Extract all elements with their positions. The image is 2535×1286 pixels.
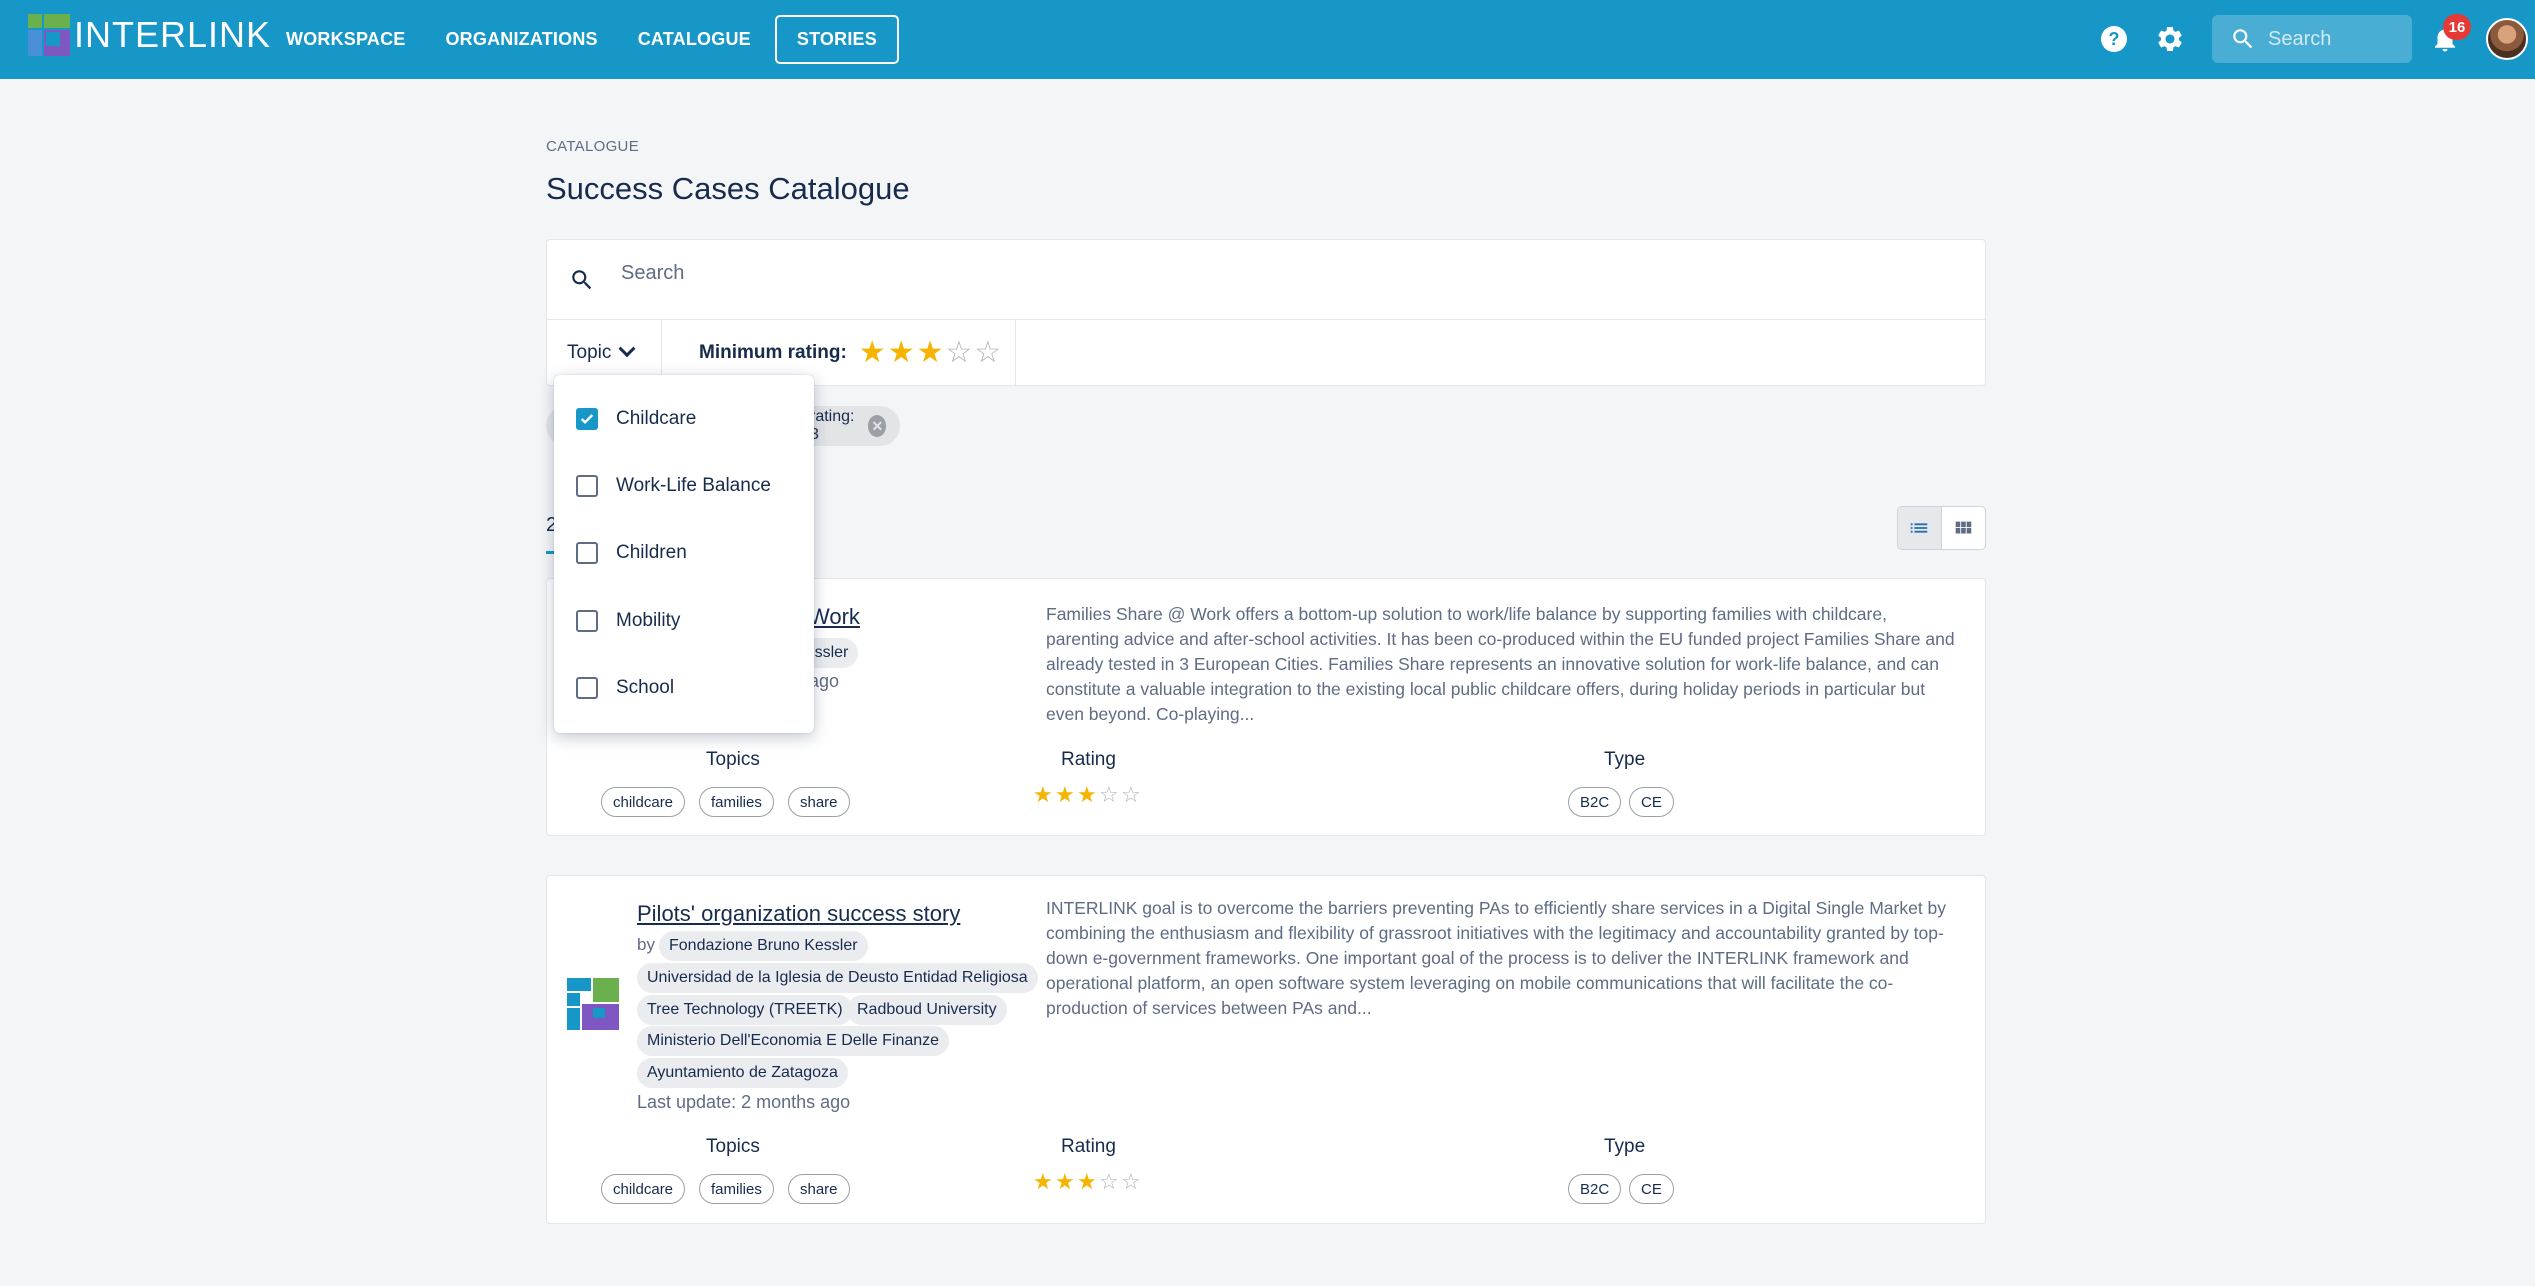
main-nav: WORKSPACE ORGANIZATIONS CATALOGUE STORIE… (270, 0, 907, 79)
top-app-bar: INTERLINK WORKSPACE ORGANIZATIONS CATALO… (0, 0, 2535, 79)
topic-option-label: Mobility (616, 610, 681, 631)
last-update: Last update: 2 months ago (637, 1092, 851, 1112)
topics-header: Topics (706, 1136, 760, 1157)
user-avatar[interactable] (2486, 18, 2528, 60)
minimum-rating-label: Minimum rating: (699, 342, 847, 363)
story-title[interactable]: Pilots' organization success story (637, 901, 960, 927)
logo-icon (28, 14, 72, 56)
topic-dropdown-menu: Childcare Work-Life Balance Children Mob… (554, 375, 814, 733)
checkbox-checked-icon[interactable] (576, 408, 598, 430)
nav-stories[interactable]: STORIES (774, 15, 899, 64)
rating-star-icon[interactable]: ★ (859, 338, 886, 368)
filter-chip-label: rating: 3 (810, 408, 855, 443)
rating-star-empty-icon: ☆ (1099, 783, 1119, 808)
rating-star-icon: ★ (1055, 783, 1075, 808)
list-view-icon (1911, 523, 1928, 533)
settings-gear-icon[interactable] (2155, 24, 2185, 54)
rating-star-empty-icon: ☆ (1099, 1170, 1119, 1195)
topic-option-childcare[interactable]: Childcare (576, 399, 696, 439)
topic-pill[interactable]: childcare (601, 787, 686, 817)
organization-tag[interactable]: Tree Technology (TREETK) (637, 995, 853, 1025)
nav-catalogue[interactable]: CATALOGUE (622, 15, 767, 64)
organization-tag[interactable]: Ministerio Dell'Economia E Delle Finanze (637, 1026, 950, 1056)
rating-star-icon: ★ (1033, 1170, 1053, 1195)
search-icon (572, 270, 592, 290)
type-header: Type (1604, 749, 1646, 770)
type-header: Type (1604, 1136, 1646, 1157)
story-title[interactable]: Work (809, 604, 860, 630)
organization-tag[interactable]: Universidad de la Iglesia de Deusto Enti… (637, 963, 1038, 993)
page-title: Success Cases Catalogue (546, 171, 910, 206)
interlink-logo[interactable]: INTERLINK (28, 14, 271, 56)
topic-pill[interactable]: share (788, 787, 850, 817)
organization-tag[interactable]: Radboud University (847, 995, 1007, 1025)
filter-card: Topic Minimum rating: ★ ★ ★ ☆ ☆ (546, 239, 1986, 386)
type-pill: CE (1629, 787, 1674, 817)
rating-star-icon: ★ (1077, 783, 1097, 808)
type-pill: CE (1629, 1174, 1674, 1204)
story-card[interactable]: Pilots' organization success story by Fo… (546, 875, 1986, 1224)
rating-star-empty-icon[interactable]: ☆ (946, 338, 973, 368)
topic-pill[interactable]: childcare (601, 1174, 686, 1204)
rating-star-icon[interactable]: ★ (917, 338, 944, 368)
rating-star-icon: ★ (1077, 1170, 1097, 1195)
catalogue-search-row (547, 240, 1985, 320)
topic-pill[interactable]: families (699, 787, 774, 817)
list-view-button[interactable] (1898, 507, 1942, 549)
topbar-search[interactable] (2212, 15, 2412, 63)
topic-filter-label: Topic (567, 342, 612, 363)
breadcrumb[interactable]: CATALOGUE (546, 138, 639, 155)
topic-option-label: Children (616, 542, 687, 563)
story-description: INTERLINK goal is to overcome the barrie… (1046, 898, 1947, 1018)
topic-option-school[interactable]: School (576, 668, 674, 708)
rating-star-empty-icon[interactable]: ☆ (974, 338, 1001, 368)
nav-workspace[interactable]: WORKSPACE (270, 15, 421, 64)
checkbox-icon[interactable] (576, 542, 598, 564)
view-toggle (1897, 506, 1986, 550)
type-pill: B2C (1568, 787, 1622, 817)
type-pill: B2C (1568, 1174, 1622, 1204)
topic-option-label: Childcare (616, 408, 697, 429)
topic-option-label: School (616, 677, 675, 698)
checkbox-icon[interactable] (576, 610, 598, 632)
by-label: by (637, 935, 655, 954)
help-icon[interactable]: ? (2101, 26, 2127, 52)
grid-view-icon (1955, 521, 1972, 534)
topbar-search-input[interactable] (2268, 27, 2408, 51)
catalogue-search-input[interactable] (621, 262, 1921, 285)
chevron-down-icon (618, 340, 636, 358)
search-icon (2233, 29, 2253, 49)
topics-header: Topics (706, 749, 760, 770)
grid-view-button[interactable] (1942, 507, 1986, 549)
nav-organizations[interactable]: ORGANIZATIONS (429, 15, 613, 64)
topic-option-work-life-balance[interactable]: Work-Life Balance (576, 466, 771, 506)
checkbox-icon[interactable] (576, 677, 598, 699)
topic-option-mobility[interactable]: Mobility (576, 601, 680, 641)
rating-star-icon[interactable]: ★ (888, 338, 915, 368)
organization-tag[interactable]: Ayuntamiento de Zatagoza (637, 1058, 848, 1088)
remove-chip-icon[interactable]: ✕ (868, 415, 887, 437)
rating-header: Rating (1061, 749, 1116, 770)
topic-option-label: Work-Life Balance (616, 475, 771, 496)
organization-tag[interactable]: Fondazione Bruno Kessler (659, 931, 868, 961)
logo-text: INTERLINK (74, 14, 272, 55)
story-description: Families Share @ Work offers a bottom-up… (1046, 604, 1955, 724)
rating-star-empty-icon: ☆ (1121, 783, 1141, 808)
rating-star-icon: ★ (1055, 1170, 1075, 1195)
rating-star-icon: ★ (1033, 783, 1053, 808)
topic-option-children[interactable]: Children (576, 533, 687, 573)
topic-pill[interactable]: families (699, 1174, 774, 1204)
topic-pill[interactable]: share (788, 1174, 850, 1204)
rating-star-empty-icon: ☆ (1121, 1170, 1141, 1195)
notifications-badge: 16 (2443, 14, 2471, 40)
story-logo-icon (567, 978, 619, 1030)
rating-header: Rating (1061, 1136, 1116, 1157)
checkbox-icon[interactable] (576, 475, 598, 497)
